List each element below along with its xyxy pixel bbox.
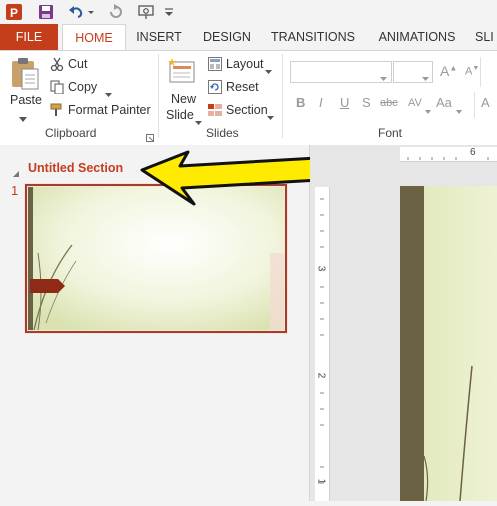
undo-dropdown-icon[interactable] bbox=[87, 4, 95, 20]
new-slide-dropdown-icon[interactable] bbox=[195, 113, 202, 131]
start-from-beginning-icon[interactable] bbox=[138, 4, 154, 20]
new-slide-icon[interactable] bbox=[166, 56, 196, 86]
new-slide-button[interactable]: Slide bbox=[166, 108, 194, 122]
paste-dropdown-icon[interactable] bbox=[19, 110, 27, 128]
clipboard-group-label: Clipboard bbox=[45, 126, 97, 140]
font-size-dropdown-icon[interactable] bbox=[422, 69, 429, 87]
copy-dropdown-icon[interactable] bbox=[105, 85, 112, 103]
text-shadow-button[interactable]: S bbox=[362, 95, 371, 110]
tab-insert[interactable]: INSERT bbox=[134, 24, 184, 50]
decrease-font-size-icon[interactable]: A▼ bbox=[465, 65, 479, 78]
bold-button[interactable]: B bbox=[296, 95, 305, 110]
italic-button[interactable]: I bbox=[319, 95, 323, 110]
redo-icon[interactable] bbox=[108, 4, 124, 20]
section-icon[interactable] bbox=[208, 103, 222, 122]
character-spacing-dropdown-icon[interactable] bbox=[425, 101, 431, 119]
character-spacing-button[interactable]: AV bbox=[408, 97, 422, 109]
horizontal-ruler-tick: 6 bbox=[470, 147, 476, 158]
undo-icon[interactable] bbox=[68, 4, 84, 20]
new-slide-label-1[interactable]: New bbox=[171, 92, 196, 106]
powerpoint-logo-icon: P bbox=[6, 4, 22, 20]
tab-animations[interactable]: ANIMATIONS bbox=[372, 24, 462, 50]
paste-icon[interactable] bbox=[10, 57, 40, 91]
underline-button[interactable]: U bbox=[340, 95, 349, 110]
section-title[interactable]: Untitled Section bbox=[28, 161, 123, 175]
section-collapse-icon[interactable] bbox=[12, 165, 20, 183]
layout-dropdown-icon[interactable] bbox=[265, 62, 272, 80]
customize-dropdown-icon[interactable] bbox=[164, 4, 174, 20]
tab-file[interactable]: FILE bbox=[0, 24, 58, 50]
slide-number: 1 bbox=[11, 183, 19, 198]
format-painter-button[interactable]: Format Painter bbox=[68, 103, 151, 117]
vertical-ruler bbox=[315, 187, 330, 501]
reset-icon[interactable] bbox=[208, 80, 222, 99]
slides-group-label: Slides bbox=[206, 126, 239, 140]
increase-font-size-icon[interactable]: A▲ bbox=[440, 63, 457, 79]
copy-button[interactable]: Copy bbox=[68, 80, 97, 94]
cut-button[interactable]: Cut bbox=[68, 57, 87, 71]
save-icon[interactable] bbox=[38, 4, 54, 20]
layout-icon[interactable] bbox=[208, 57, 222, 76]
horizontal-ruler bbox=[400, 147, 497, 162]
tab-home[interactable]: HOME bbox=[62, 24, 126, 52]
section-button[interactable]: Section bbox=[226, 103, 268, 117]
paste-button[interactable]: Paste bbox=[10, 93, 42, 107]
tab-slideshow[interactable]: SLI bbox=[475, 24, 497, 50]
copy-icon[interactable] bbox=[50, 80, 64, 99]
tab-transitions[interactable]: TRANSITIONS bbox=[268, 24, 358, 50]
font-name-combobox[interactable] bbox=[290, 61, 392, 83]
group-separator bbox=[158, 54, 159, 138]
font-separator bbox=[474, 92, 475, 118]
change-case-button[interactable]: Aa bbox=[436, 95, 452, 110]
tab-design[interactable]: DESIGN bbox=[200, 24, 254, 50]
strikethrough-button[interactable]: abc bbox=[380, 97, 398, 109]
format-painter-icon[interactable] bbox=[50, 103, 64, 122]
svg-text:P: P bbox=[10, 6, 18, 20]
cut-icon[interactable] bbox=[50, 57, 64, 76]
font-color-button[interactable]: A bbox=[481, 95, 490, 110]
quick-access-toolbar: P bbox=[0, 0, 497, 24]
font-group-label: Font bbox=[378, 126, 403, 140]
section-dropdown-icon[interactable] bbox=[267, 108, 274, 126]
font-name-dropdown-icon[interactable] bbox=[380, 69, 387, 87]
clear-formatting-icon[interactable] bbox=[480, 57, 497, 87]
vertical-ruler-tick-2: 2 bbox=[315, 372, 327, 379]
group-separator bbox=[282, 54, 283, 138]
change-case-dropdown-icon[interactable] bbox=[456, 101, 462, 119]
slide-canvas[interactable] bbox=[400, 186, 497, 502]
reset-button[interactable]: Reset bbox=[226, 80, 259, 94]
vertical-ruler-tick-3: 3 bbox=[315, 265, 327, 272]
layout-button[interactable]: Layout bbox=[226, 57, 264, 71]
vertical-ruler-tick-1: 1 bbox=[315, 478, 327, 485]
